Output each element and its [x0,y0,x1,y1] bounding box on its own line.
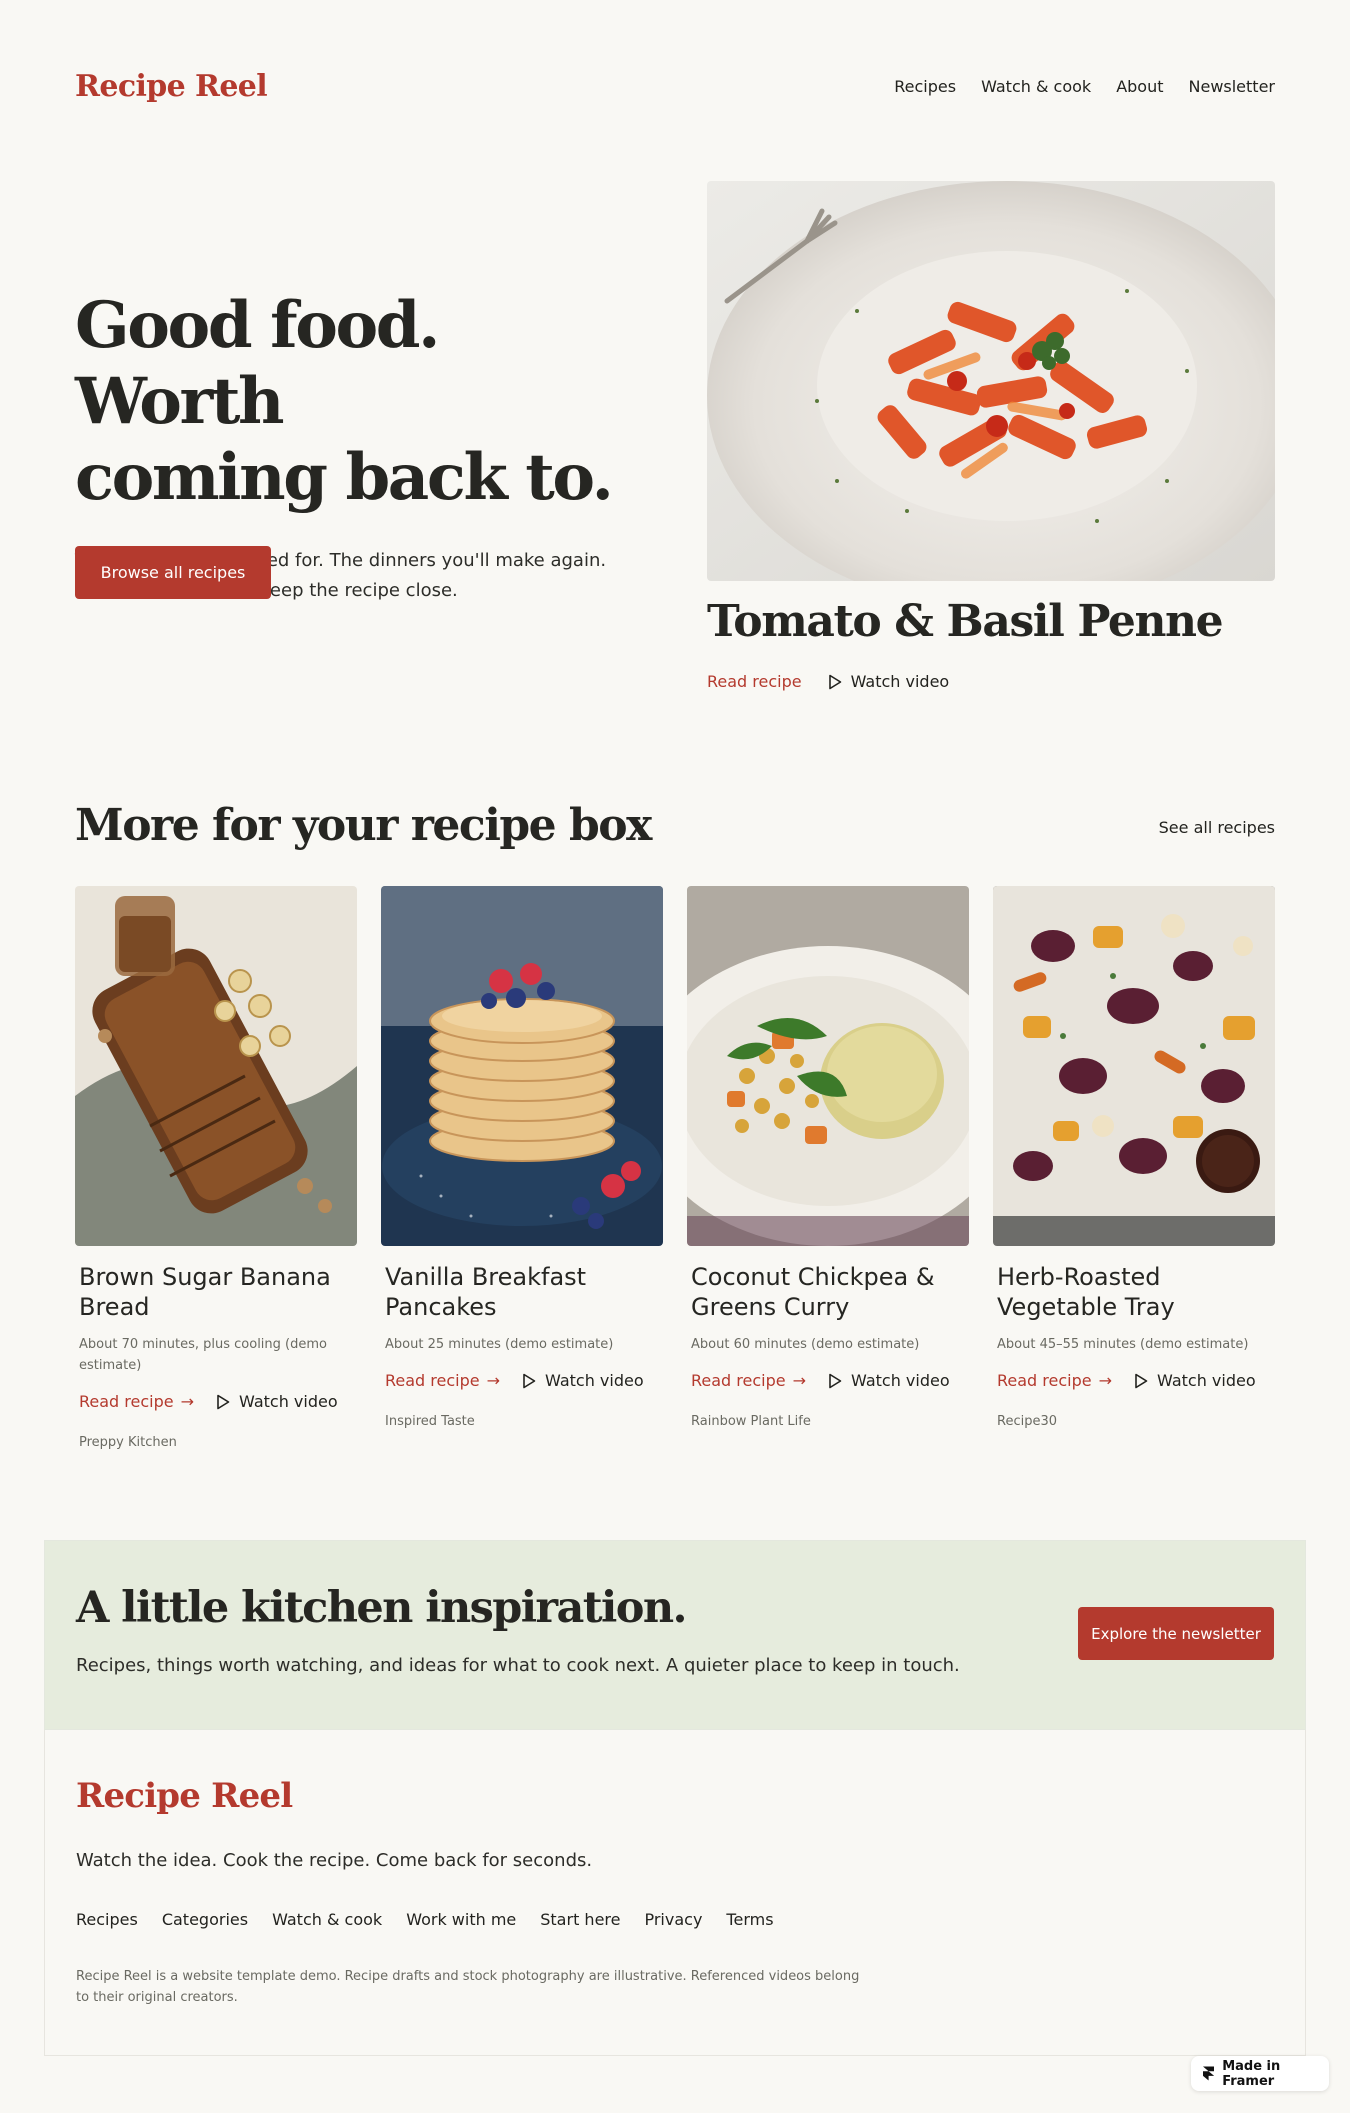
watch-video-link[interactable]: Watch video [1134,1371,1256,1390]
recipe-card: Brown Sugar Banana Bread About 70 minute… [75,886,357,1450]
recipe-card-source: Preppy Kitchen [79,1435,177,1450]
watch-video-link[interactable]: Watch video [522,1371,644,1390]
read-recipe-label: Read recipe [385,1371,480,1390]
footer-logo[interactable]: Recipe Reel [76,1776,293,1816]
footer-link-categories[interactable]: Categories [162,1910,248,1929]
nav-newsletter[interactable]: Newsletter [1189,77,1276,96]
recipe-card: Vanilla Breakfast Pancakes About 25 minu… [381,886,663,1429]
see-all-recipes-link[interactable]: See all recipes [1159,818,1275,837]
footer-tagline: Watch the idea. Cook the recipe. Come ba… [76,1850,593,1871]
recipe-card-time: About 70 minutes, plus cooling (demo est… [79,1337,327,1373]
recipe-card-time: About 45–55 minutes (demo estimate) [997,1337,1249,1352]
nav-watch-cook[interactable]: Watch & cook [981,77,1091,96]
read-recipe-link[interactable]: Read recipe → [79,1392,194,1411]
recipe-card-title[interactable]: Herb-Roasted Vegetable Tray [997,1262,1271,1322]
nav-recipes[interactable]: Recipes [894,77,956,96]
site-footer: Recipe Reel Watch the idea. Cook the rec… [44,1730,1306,2056]
recipe-card-links: Read recipe → Watch video [997,1371,1271,1390]
recipe-card-image[interactable] [75,886,357,1246]
recipe-cards: Brown Sugar Banana Bread About 70 minute… [75,886,1275,1476]
recipe-card-links: Read recipe → Watch video [385,1371,659,1390]
hero-title: Good food. Worth coming back to. [75,288,635,516]
roasted-vegetables-photo [993,886,1275,1246]
recipe-card-source: Recipe30 [997,1414,1057,1429]
recipe-card-links: Read recipe → Watch video [691,1371,965,1390]
hero-title-line-1: Good food. Worth [75,288,440,439]
footer-nav: Recipes Categories Watch & cook Work wit… [76,1910,774,1929]
hero-title-line-2: coming back to. [75,440,614,515]
newsletter-band: A little kitchen inspiration. Recipes, t… [44,1540,1306,1730]
arrow-right-icon: → [180,1392,195,1411]
main-nav: Recipes Watch & cook About Newsletter [894,77,1275,96]
recipe-card-title[interactable]: Vanilla Breakfast Pancakes [385,1262,659,1322]
play-icon [217,1394,230,1409]
arrow-right-icon: → [1098,1371,1113,1390]
footer-link-privacy[interactable]: Privacy [644,1910,702,1929]
recipe-box-title: More for your recipe box [75,800,652,851]
read-recipe-label: Read recipe [79,1392,174,1411]
footer-link-work-with-me[interactable]: Work with me [406,1910,516,1929]
recipe-card-links: Read recipe → Watch video [79,1392,353,1411]
site-header: Recipe Reel Recipes Watch & cook About N… [75,64,1275,108]
featured-read-recipe-link[interactable]: Read recipe [707,672,802,691]
watch-video-link[interactable]: Watch video [216,1392,338,1411]
watch-video-label: Watch video [1157,1371,1256,1390]
recipe-card: Coconut Chickpea & Greens Curry About 60… [687,886,969,1429]
curry-photo [687,886,969,1246]
arrow-right-icon: → [486,1371,501,1390]
recipe-card-source: Rainbow Plant Life [691,1414,811,1429]
recipe-card: Herb-Roasted Vegetable Tray About 45–55 … [993,886,1275,1429]
hero-dish-image[interactable] [707,181,1275,581]
watch-video-link[interactable]: Watch video [828,1371,950,1390]
framer-logo-icon [1203,2066,1215,2081]
footer-link-start-here[interactable]: Start here [540,1910,620,1929]
footer-link-recipes[interactable]: Recipes [76,1910,138,1929]
recipe-card-title[interactable]: Brown Sugar Banana Bread [79,1262,353,1322]
recipe-card-image[interactable] [381,886,663,1246]
penne-photo [707,181,1275,581]
explore-newsletter-button[interactable]: Explore the newsletter [1078,1607,1274,1660]
play-icon [523,1373,536,1388]
newsletter-title: A little kitchen inspiration. [76,1583,687,1633]
footer-link-terms[interactable]: Terms [726,1910,773,1929]
footer-link-watch-cook[interactable]: Watch & cook [272,1910,382,1929]
logo[interactable]: Recipe Reel [75,69,268,104]
play-icon [829,1373,842,1388]
recipe-card-time: About 25 minutes (demo estimate) [385,1337,614,1352]
watch-video-label: Watch video [851,1371,950,1390]
pancakes-photo [381,886,663,1246]
recipe-card-title[interactable]: Coconut Chickpea & Greens Curry [691,1262,965,1322]
recipe-card-time: About 60 minutes (demo estimate) [691,1337,920,1352]
watch-video-label: Watch video [545,1371,644,1390]
browse-recipes-button[interactable]: Browse all recipes [75,546,271,599]
watch-video-label: Watch video [850,672,950,691]
watch-video-label: Watch video [239,1392,338,1411]
footer-disclaimer: Recipe Reel is a website template demo. … [76,1969,860,2005]
newsletter-subtitle: Recipes, things worth watching, and idea… [76,1655,960,1676]
read-recipe-label: Read recipe [997,1371,1092,1390]
arrow-right-icon: → [792,1371,807,1390]
made-in-framer-badge[interactable]: Made in Framer [1191,2056,1329,2091]
play-icon [828,674,841,689]
made-in-framer-label: Made in Framer [1222,2058,1281,2089]
featured-dish-links: Read recipe Watch video [707,672,949,691]
recipe-card-source: Inspired Taste [385,1414,475,1429]
featured-dish-title[interactable]: Tomato & Basil Penne [707,596,1224,647]
read-recipe-link[interactable]: Read recipe → [691,1371,806,1390]
recipe-card-image[interactable] [993,886,1275,1246]
read-recipe-label: Read recipe [691,1371,786,1390]
read-recipe-link[interactable]: Read recipe → [385,1371,500,1390]
nav-about[interactable]: About [1116,77,1163,96]
featured-watch-video-link[interactable]: Watch video [828,672,950,691]
read-recipe-link[interactable]: Read recipe → [997,1371,1112,1390]
recipe-card-image[interactable] [687,886,969,1246]
banana-bread-photo [75,886,357,1246]
play-icon [1135,1373,1148,1388]
